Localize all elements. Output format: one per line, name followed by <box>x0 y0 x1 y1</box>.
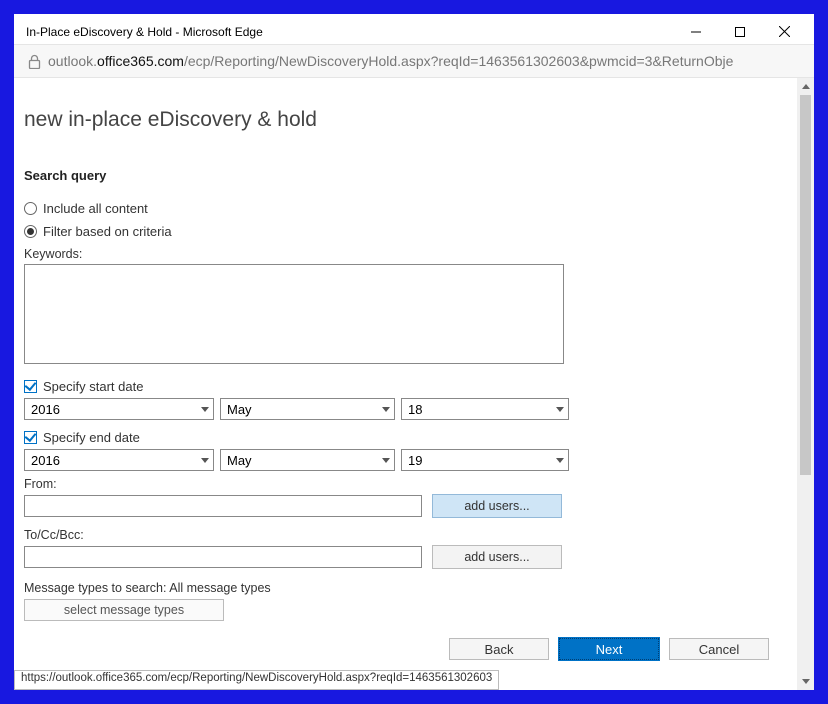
radio-icon <box>24 225 37 238</box>
vertical-scrollbar[interactable] <box>797 78 814 690</box>
minimize-button[interactable] <box>674 20 718 44</box>
checkbox-label: Specify start date <box>43 379 143 394</box>
end-day-select[interactable]: 19 <box>401 449 569 471</box>
chevron-up-icon <box>802 84 810 89</box>
content-wrap: new in-place eDiscovery & hold Search qu… <box>14 78 814 690</box>
add-users-to-button[interactable]: add users... <box>432 545 562 569</box>
start-date-row: 2016 May 18 <box>24 398 787 420</box>
from-input[interactable] <box>24 495 422 517</box>
specify-start-checkbox[interactable]: Specify start date <box>24 379 787 394</box>
chevron-down-icon <box>382 407 390 412</box>
next-button[interactable]: Next <box>559 638 659 660</box>
keywords-label: Keywords: <box>24 247 787 261</box>
to-input[interactable] <box>24 546 422 568</box>
window-controls <box>674 20 806 44</box>
chevron-down-icon <box>201 407 209 412</box>
radio-include-all[interactable]: Include all content <box>24 201 787 216</box>
scroll-down-button[interactable] <box>797 673 814 690</box>
chevron-down-icon <box>556 407 564 412</box>
scroll-thumb[interactable] <box>800 95 811 475</box>
add-users-from-button[interactable]: add users... <box>432 494 562 518</box>
chevron-down-icon <box>382 458 390 463</box>
select-message-types-button[interactable]: select message types <box>24 599 224 621</box>
end-year-select[interactable]: 2016 <box>24 449 214 471</box>
message-types-row: Message types to search: All message typ… <box>24 581 787 595</box>
url-text: outlook.office365.com/ecp/Reporting/NewD… <box>48 53 808 69</box>
status-bar: https://outlook.office365.com/ecp/Report… <box>14 670 499 690</box>
lock-icon <box>20 54 48 69</box>
app-window: In-Place eDiscovery & Hold - Microsoft E… <box>14 14 814 690</box>
specify-end-checkbox[interactable]: Specify end date <box>24 430 787 445</box>
end-month-select[interactable]: May <box>220 449 395 471</box>
start-year-select[interactable]: 2016 <box>24 398 214 420</box>
chevron-down-icon <box>201 458 209 463</box>
chevron-down-icon <box>802 679 810 684</box>
start-day-select[interactable]: 18 <box>401 398 569 420</box>
scroll-up-button[interactable] <box>797 78 814 95</box>
content: new in-place eDiscovery & hold Search qu… <box>14 78 797 690</box>
start-month-select[interactable]: May <box>220 398 395 420</box>
address-bar[interactable]: outlook.office365.com/ecp/Reporting/NewD… <box>14 44 814 78</box>
checkbox-label: Specify end date <box>43 430 140 445</box>
keywords-input[interactable] <box>24 264 564 364</box>
titlebar: In-Place eDiscovery & Hold - Microsoft E… <box>14 14 814 44</box>
maximize-button[interactable] <box>718 20 762 44</box>
to-label: To/Cc/Bcc: <box>24 528 787 542</box>
radio-icon <box>24 202 37 215</box>
radio-label: Include all content <box>43 201 148 216</box>
wizard-footer: Back Next Cancel <box>449 638 769 660</box>
page-title: new in-place eDiscovery & hold <box>24 108 787 132</box>
cancel-button[interactable]: Cancel <box>669 638 769 660</box>
back-button[interactable]: Back <box>449 638 549 660</box>
end-date-row: 2016 May 19 <box>24 449 787 471</box>
checkbox-icon <box>24 380 37 393</box>
close-button[interactable] <box>762 20 806 44</box>
from-label: From: <box>24 477 787 491</box>
section-heading: Search query <box>24 168 787 183</box>
chevron-down-icon <box>556 458 564 463</box>
radio-label: Filter based on criteria <box>43 224 172 239</box>
window-title: In-Place eDiscovery & Hold - Microsoft E… <box>26 25 674 39</box>
checkbox-icon <box>24 431 37 444</box>
radio-filter-criteria[interactable]: Filter based on criteria <box>24 224 787 239</box>
